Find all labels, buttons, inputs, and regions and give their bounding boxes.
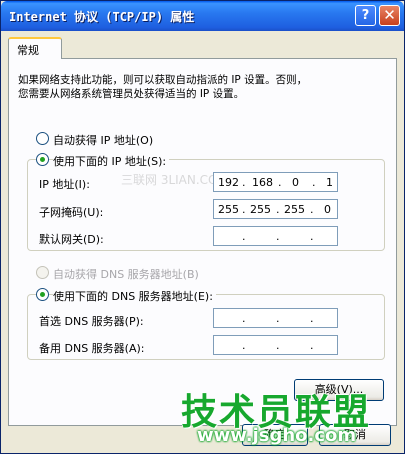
watermark-url: www.jsgho.com — [197, 425, 357, 446]
alternate-dns-label: 备用 DNS 服务器(A): — [39, 342, 145, 355]
alternate-dns-input[interactable]: . . . — [213, 335, 338, 355]
tab-general-label: 常规 — [17, 44, 39, 57]
title-bar[interactable]: Internet 协议 (TCP/IP) 属性 ? ✕ — [1, 1, 404, 31]
watermark-text: 三联网 3LIAN.COM — [121, 173, 228, 187]
subnet-mask-label: 子网掩码(U): — [39, 206, 104, 219]
description-line-1: 如果网络支持此功能，则可以获取自动指派的 IP 设置。否则， — [18, 74, 308, 86]
radio-manual-dns-label[interactable]: 使用下面的 DNS 服务器地址(E): — [53, 288, 216, 304]
tab-general[interactable]: 常规 — [8, 37, 62, 59]
ip-octet-3: 0 — [292, 176, 299, 189]
radio-manual-ip[interactable] — [36, 153, 49, 166]
default-gateway-input[interactable]: . . . — [213, 226, 338, 246]
default-gateway-label: 默认网关(D): — [39, 233, 104, 246]
mask-octet-4: 0 — [324, 203, 331, 216]
radio-auto-dns-label[interactable]: 自动获得 DNS 服务器地址(B) — [53, 266, 199, 282]
description-line-2: 您需要从网络系统管理员处获得适当的 IP 设置。 — [18, 88, 245, 100]
radio-manual-ip-label[interactable]: 使用下面的 IP 地址(S): — [53, 153, 170, 169]
mask-octet-3: 255 — [284, 203, 305, 216]
preferred-dns-label: 首选 DNS 服务器(P): — [39, 315, 144, 328]
radio-auto-ip[interactable] — [36, 132, 49, 145]
close-button[interactable]: ✕ — [379, 5, 400, 26]
ip-octet-4: 1 — [326, 176, 333, 189]
radio-auto-dns[interactable] — [36, 266, 49, 279]
ip-octet-1: 192 — [218, 176, 239, 189]
ip-address-input[interactable]: 192 . 168 . 0 . 1 — [213, 172, 338, 192]
close-icon: ✕ — [383, 6, 396, 24]
ip-octet-2: 168 — [252, 176, 273, 189]
ip-address-label: IP 地址(I): — [39, 178, 90, 191]
radio-manual-dns[interactable] — [36, 288, 49, 301]
radio-auto-ip-label[interactable]: 自动获得 IP 地址(O) — [53, 132, 153, 148]
help-icon: ? — [361, 8, 370, 23]
dialog-window: Internet 协议 (TCP/IP) 属性 ? ✕ 常规 如果网络支持此功能… — [0, 0, 405, 454]
help-button[interactable]: ? — [355, 5, 376, 26]
subnet-mask-input[interactable]: 255 . 255 . 255 . 0 — [213, 199, 338, 219]
mask-octet-2: 255 — [250, 203, 271, 216]
preferred-dns-input[interactable]: . . . — [213, 308, 338, 328]
window-title: Internet 协议 (TCP/IP) 属性 — [9, 10, 195, 24]
mask-octet-1: 255 — [218, 203, 239, 216]
